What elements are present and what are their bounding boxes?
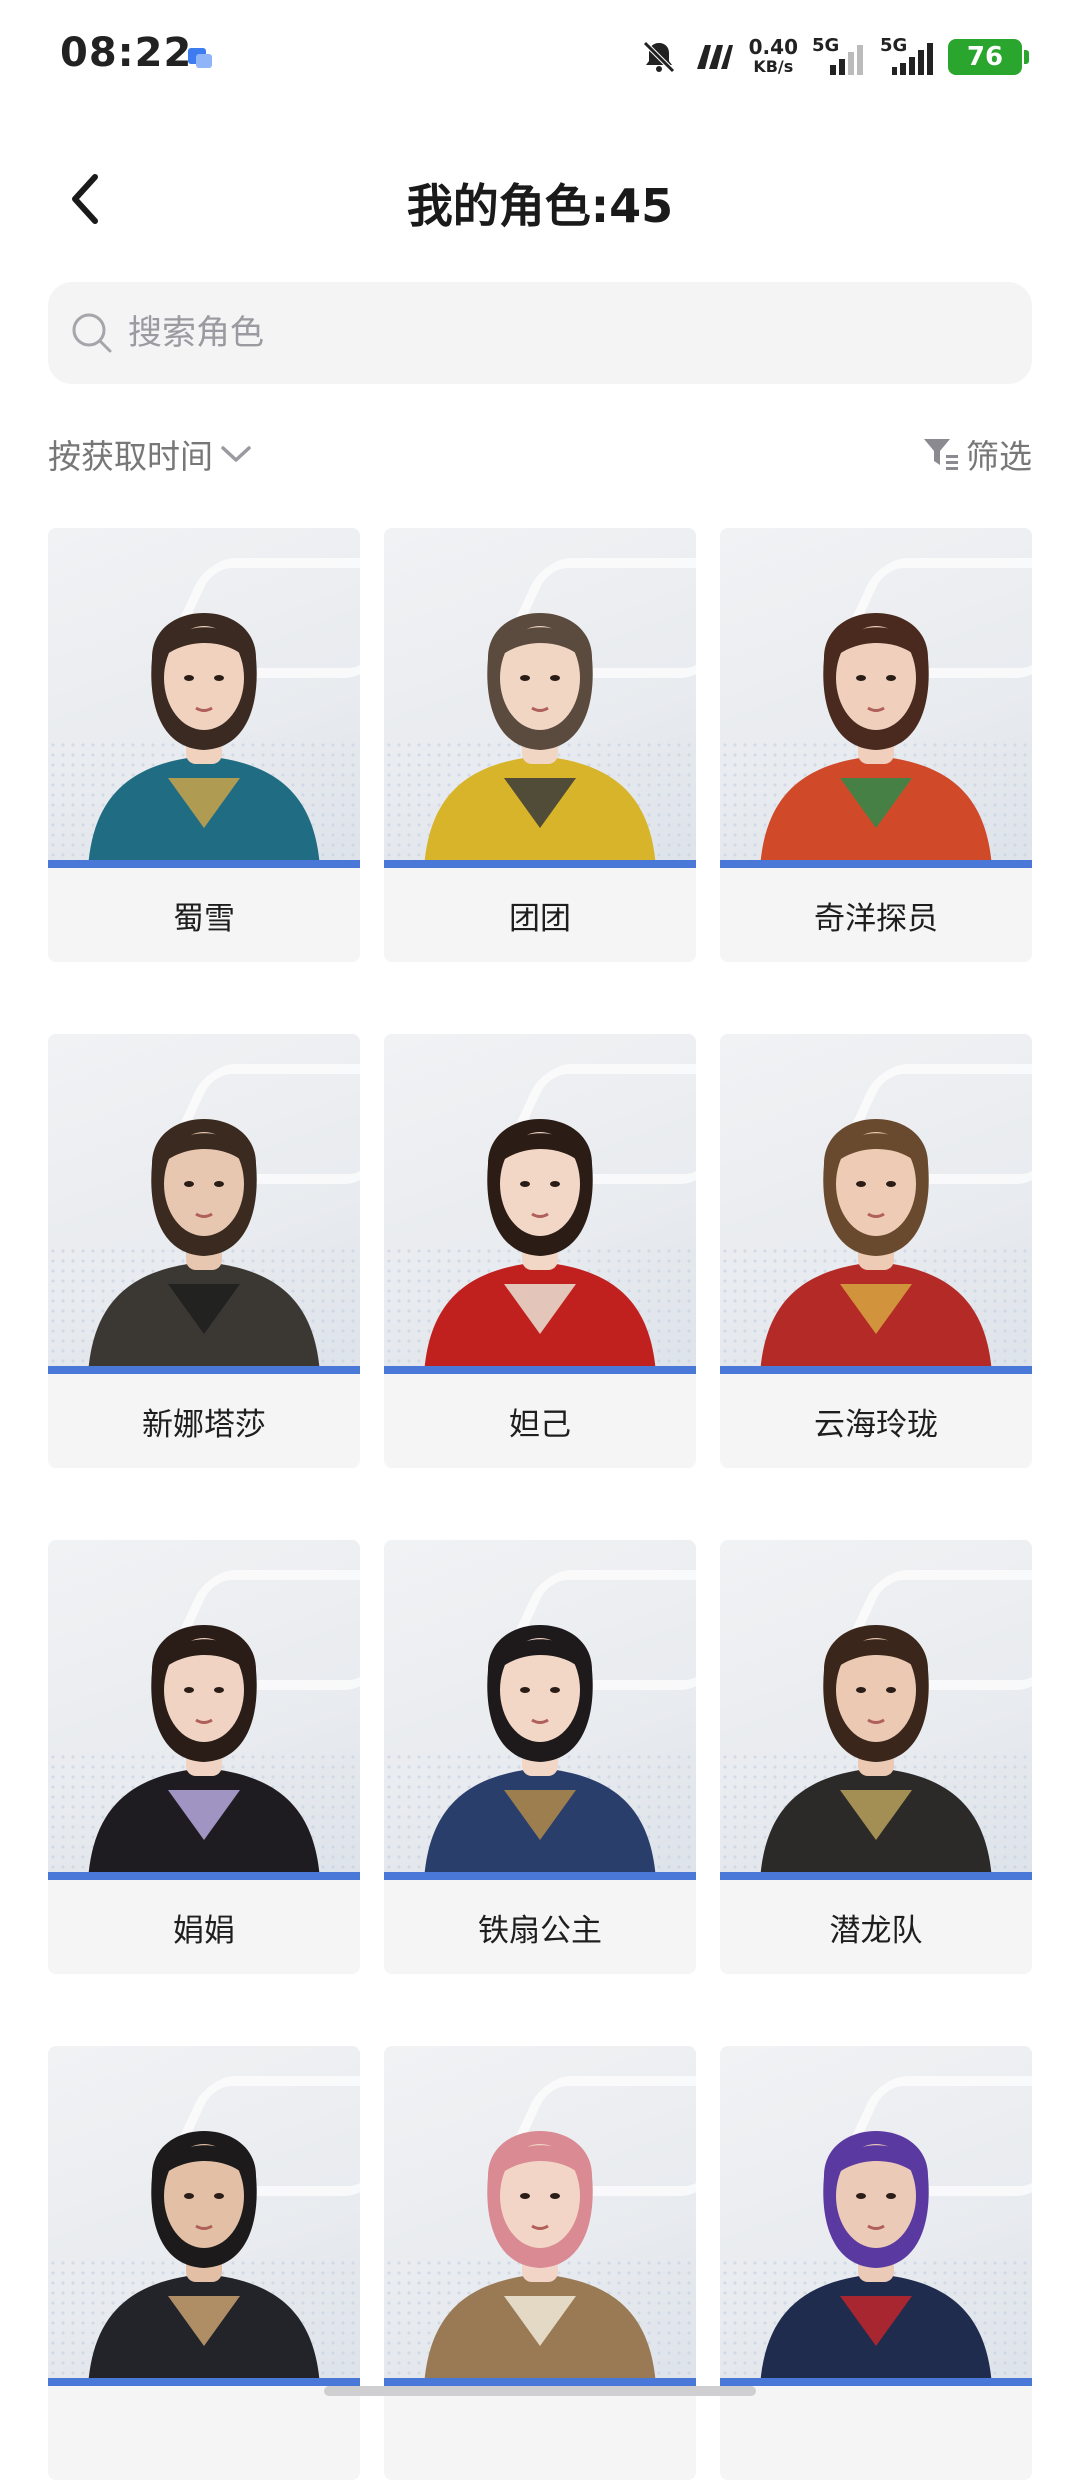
character-portrait — [384, 2046, 696, 2386]
status-icons: 0.40 KB/s 5G 5G 76 — [639, 32, 1029, 82]
character-name: 铁扇公主 — [478, 1912, 602, 1949]
mute-bell-icon — [642, 41, 675, 73]
character-name: 云海玲珑 — [814, 1406, 938, 1443]
status-time: 08:22 — [60, 30, 193, 76]
character-name — [48, 2386, 360, 2480]
character-grid: 蜀雪 团团 奇洋探员新娜塔莎 妲己 云海玲珑娟娟 铁扇公主 潜龙队 — [48, 528, 1032, 2480]
sort-label: 按获取时间 — [48, 437, 213, 476]
signal-bars-icon — [892, 43, 933, 75]
search-box[interactable] — [48, 282, 1032, 384]
search-icon — [72, 313, 112, 353]
character-card[interactable]: 奇洋探员 — [720, 528, 1032, 962]
character-portrait — [720, 1034, 1032, 1374]
character-figure — [760, 1625, 992, 1880]
character-figure — [424, 1119, 656, 1374]
character-name: 奇洋探员 — [814, 900, 938, 937]
signal-sim2: 5G — [880, 35, 934, 77]
character-card[interactable]: 蜀雪 — [48, 528, 360, 962]
search-input[interactable] — [126, 312, 986, 354]
network-speed-unit: KB/s — [753, 57, 794, 76]
network-speed: 0.40 KB/s — [749, 37, 798, 77]
character-card[interactable]: 妲己 — [384, 1034, 696, 1468]
character-portrait — [720, 1540, 1032, 1880]
character-portrait — [48, 1034, 360, 1374]
character-portrait — [48, 2046, 360, 2386]
sort-filter-bar: 按获取时间 筛选 — [48, 430, 1032, 490]
character-card[interactable]: 新娜塔莎 — [48, 1034, 360, 1468]
character-card[interactable]: 团团 — [384, 528, 696, 962]
signal-sim1: 5G — [812, 35, 866, 77]
character-name: 潜龙队 — [829, 1912, 923, 1949]
character-name: 蜀雪 — [173, 900, 235, 937]
character-figure — [424, 2131, 656, 2386]
character-name: 娟娟 — [173, 1912, 235, 1949]
character-card[interactable]: 云海玲珑 — [720, 1034, 1032, 1468]
character-figure — [88, 2131, 320, 2386]
page-header: 我的角色:45 — [0, 150, 1080, 250]
character-figure — [88, 613, 320, 868]
filter-icon — [924, 439, 958, 470]
sort-dropdown[interactable]: 按获取时间 — [48, 430, 253, 478]
network-speed-value: 0.40 — [748, 35, 798, 59]
character-portrait — [384, 528, 696, 868]
character-portrait — [720, 2046, 1032, 2386]
character-name: 团团 — [509, 900, 571, 937]
character-portrait — [384, 1034, 696, 1374]
character-card[interactable] — [48, 2046, 360, 2480]
character-portrait — [48, 1540, 360, 1880]
character-figure — [88, 1119, 320, 1374]
filter-button[interactable]: 筛选 — [922, 430, 1032, 478]
character-portrait — [48, 528, 360, 868]
character-card[interactable]: 铁扇公主 — [384, 1540, 696, 1974]
character-figure — [424, 613, 656, 868]
character-card[interactable] — [720, 2046, 1032, 2480]
battery-level: 76 — [966, 42, 1004, 72]
status-bar: 08:22 0.40 KB/s 5G 5G 76 — [0, 0, 1080, 112]
character-name — [720, 2386, 1032, 2480]
filter-label: 筛选 — [966, 437, 1032, 476]
character-card[interactable]: 娟娟 — [48, 1540, 360, 1974]
character-figure — [760, 2131, 992, 2386]
notification-app-icon — [188, 48, 212, 68]
chevron-down-icon — [221, 446, 251, 462]
character-figure — [424, 1625, 656, 1880]
character-portrait — [384, 1540, 696, 1880]
nfc-icon — [696, 45, 733, 69]
home-indicator[interactable] — [324, 2386, 756, 2396]
character-card[interactable]: 潜龙队 — [720, 1540, 1032, 1974]
character-name: 新娜塔莎 — [142, 1406, 266, 1443]
character-figure — [88, 1625, 320, 1880]
character-card[interactable] — [384, 2046, 696, 2480]
page-title: 我的角色:45 — [406, 179, 674, 233]
character-portrait — [720, 528, 1032, 868]
character-figure — [760, 613, 992, 868]
character-name — [384, 2386, 696, 2480]
battery-indicator: 76 — [948, 39, 1029, 75]
signal-bars-icon — [830, 45, 863, 75]
character-name: 妲己 — [509, 1406, 571, 1443]
character-figure — [760, 1119, 992, 1374]
